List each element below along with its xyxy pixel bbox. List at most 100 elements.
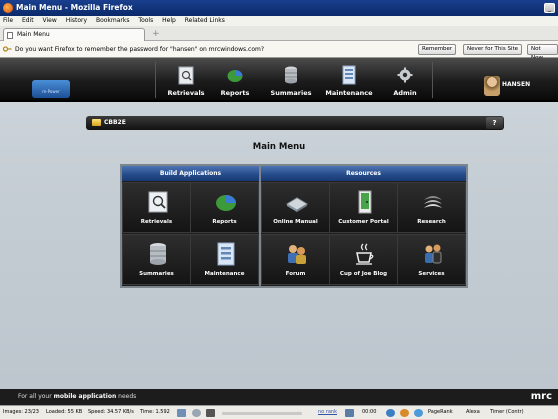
menu-view[interactable]: View xyxy=(43,17,57,24)
breadcrumb-label[interactable]: CBB2E xyxy=(104,119,126,126)
tab-title: Main Menu xyxy=(17,31,50,38)
ad-footer-bar[interactable]: For all your mobile application needs mr… xyxy=(0,389,558,405)
user-avatar xyxy=(484,76,500,96)
menu-related-links[interactable]: Related Links xyxy=(185,17,225,24)
tile-reports[interactable]: Reports xyxy=(190,182,259,233)
status-rank[interactable]: no rank xyxy=(318,406,337,419)
tile-reports-label: Reports xyxy=(212,219,237,225)
status-timer[interactable]: Timer (Contr) xyxy=(490,406,524,419)
help-button[interactable]: ? xyxy=(486,117,503,129)
portal-icon xyxy=(358,190,372,214)
manual-icon xyxy=(286,197,308,212)
addon-icon[interactable] xyxy=(414,409,423,417)
menu-tools[interactable]: Tools xyxy=(138,17,153,24)
tile-forum[interactable]: Forum xyxy=(261,234,330,285)
nav-admin-label: Admin xyxy=(393,89,417,97)
menu-bookmarks[interactable]: Bookmarks xyxy=(96,17,130,24)
user-menu[interactable]: HANSEN xyxy=(480,76,558,96)
addon-icon[interactable] xyxy=(192,409,201,417)
services-icon xyxy=(425,244,442,264)
tile-customer-portal[interactable]: Customer Portal xyxy=(329,182,398,233)
menu-bar: File Edit View History Bookmarks Tools H… xyxy=(0,16,558,26)
new-tab-button[interactable]: + xyxy=(152,28,160,40)
status-alexa[interactable]: Alexa xyxy=(466,406,480,419)
tile-customer-portal-label: Customer Portal xyxy=(338,219,389,225)
maintenance-icon xyxy=(342,65,356,85)
tile-maintenance[interactable]: Maintenance xyxy=(190,234,259,285)
progress-track xyxy=(222,412,302,415)
not-now-button[interactable]: Not Now xyxy=(527,44,558,61)
status-images: Images: 23/23 xyxy=(3,409,39,415)
minimize-button[interactable]: _ xyxy=(544,3,555,13)
summaries-icon xyxy=(285,66,297,84)
window-titlebar: Main Menu - Mozilla Firefox _ xyxy=(0,0,558,16)
addon-icon[interactable] xyxy=(400,409,409,417)
nav-summaries[interactable]: Summaries xyxy=(262,60,320,100)
ad-text-bold: mobile application xyxy=(53,393,117,400)
firefox-icon xyxy=(3,3,13,13)
key-icon xyxy=(3,46,12,52)
forum-icon xyxy=(288,245,306,264)
tab-strip: Main Menu + xyxy=(0,26,558,41)
nav-reports[interactable]: Reports xyxy=(206,60,264,100)
tile-online-manual-label: Online Manual xyxy=(273,219,318,225)
status-time: Time: 1.592 xyxy=(140,409,170,415)
menu-file[interactable]: File xyxy=(3,17,13,24)
menu-help[interactable]: Help xyxy=(162,17,176,24)
mrc-logo: mrc xyxy=(530,391,552,402)
build-applications-header: Build Applications xyxy=(122,166,259,181)
password-notification-bar: Do you want Firefox to remember the pass… xyxy=(0,41,558,61)
status-loaded: Loaded: 55 KB xyxy=(46,409,83,415)
breadcrumb: CBB2E ? xyxy=(86,116,504,130)
reports-icon xyxy=(216,195,236,211)
never-for-this-site-button[interactable]: Never for This Site xyxy=(463,44,523,55)
window-title: Main Menu - Mozilla Firefox xyxy=(16,3,133,12)
tile-online-manual[interactable]: Online Manual xyxy=(261,182,330,233)
page-content: m-Power Retrievals Reports Summaries Mai… xyxy=(0,58,558,405)
tile-cup-of-joe-blog-label: Cup of Joe Blog xyxy=(339,271,388,277)
tab-main-menu[interactable]: Main Menu xyxy=(3,28,145,41)
folder-icon xyxy=(92,119,101,126)
tile-summaries-label: Summaries xyxy=(139,271,174,277)
brand-logo[interactable]: m-Power xyxy=(32,80,70,98)
nav-admin[interactable]: Admin xyxy=(376,60,434,100)
addon-icon[interactable] xyxy=(177,409,186,417)
page-icon xyxy=(7,32,13,39)
maintenance-icon xyxy=(217,242,235,266)
tile-retrievals[interactable]: Retrievals xyxy=(122,182,191,233)
tile-cup-of-joe-blog[interactable]: Cup of Joe Blog xyxy=(329,234,398,285)
reports-icon xyxy=(227,70,243,82)
user-name: HANSEN xyxy=(502,81,531,88)
admin-icon xyxy=(397,67,413,83)
tile-research-label: Research xyxy=(417,219,446,225)
nav-reports-label: Reports xyxy=(220,89,250,97)
tile-services[interactable]: Services xyxy=(397,234,466,285)
tile-services-label: Services xyxy=(418,271,445,277)
ad-text-suffix: needs xyxy=(116,393,137,400)
app-nav-bar: m-Power Retrievals Reports Summaries Mai… xyxy=(0,58,558,102)
status-clock: 00:00 xyxy=(362,409,377,415)
coffee-icon xyxy=(356,243,374,265)
menu-history[interactable]: History xyxy=(66,17,87,24)
page-title: Main Menu xyxy=(252,142,306,152)
tile-research[interactable]: Research xyxy=(397,182,466,233)
nav-maintenance[interactable]: Maintenance xyxy=(320,60,378,100)
tile-summaries[interactable]: Summaries xyxy=(122,234,191,285)
tile-retrievals-label: Retrievals xyxy=(140,219,173,225)
tile-maintenance-label: Maintenance xyxy=(204,271,245,277)
addon-icon[interactable] xyxy=(206,409,215,417)
menu-edit[interactable]: Edit xyxy=(22,17,34,24)
summaries-icon xyxy=(150,243,166,265)
browser-status-bar: Images: 23/23 Loaded: 55 KB Speed: 34.57… xyxy=(0,405,558,419)
remember-button[interactable]: Remember xyxy=(418,44,457,55)
status-pagerank[interactable]: PageRank xyxy=(428,406,453,419)
globe-icon[interactable] xyxy=(386,409,395,417)
addon-icon[interactable] xyxy=(345,409,354,417)
nav-maintenance-label: Maintenance xyxy=(325,89,373,97)
status-speed: Speed: 34.57 KB/s xyxy=(88,409,134,415)
ad-text-prefix: For all your xyxy=(18,393,54,400)
resources-header: Resources xyxy=(261,166,466,181)
retrievals-icon xyxy=(178,66,194,85)
main-menu-panel: Build Applications Resources Retrievals … xyxy=(120,164,468,288)
research-icon xyxy=(424,196,442,208)
